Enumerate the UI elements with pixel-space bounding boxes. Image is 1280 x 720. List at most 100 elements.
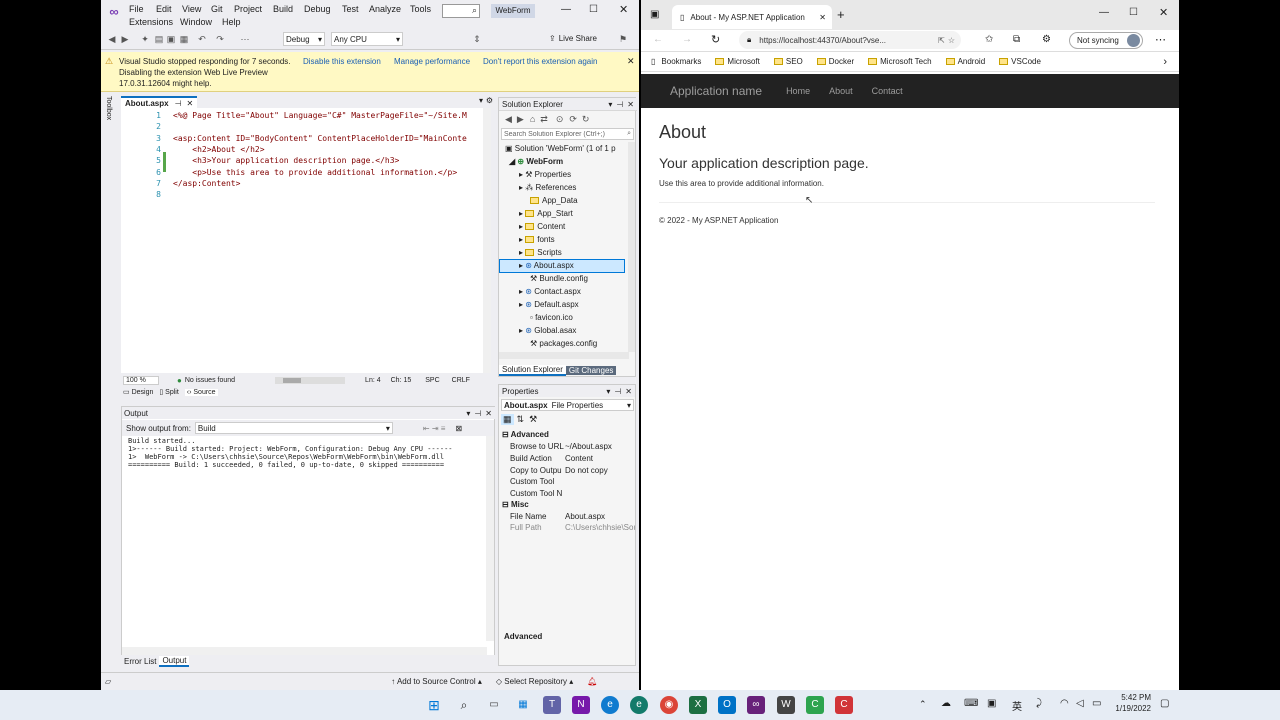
manage-performance-link[interactable]: Manage performance: [394, 57, 470, 67]
se-item[interactable]: ▸ ⚒ Properties: [519, 169, 571, 181]
visual-studio-icon[interactable]: ∞: [747, 696, 765, 714]
scroll-thumb[interactable]: [283, 377, 302, 383]
menu-extensions[interactable]: Extensions: [129, 17, 173, 27]
se-item[interactable]: ▸ fonts: [519, 234, 555, 246]
property-pages-icon[interactable]: ⚒: [529, 414, 537, 425]
prop-row-name[interactable]: Custom Tool N: [510, 489, 562, 499]
onenote-icon[interactable]: N: [572, 696, 590, 714]
code-line[interactable]: <h3>Your application description page.</…: [173, 156, 399, 165]
bookmark-microsoft[interactable]: Microsoft: [727, 57, 759, 66]
ime-icon[interactable]: 英: [1012, 698, 1022, 713]
outlook-icon[interactable]: O: [718, 696, 736, 714]
home-icon[interactable]: ⌂: [530, 114, 535, 124]
prop-row-name[interactable]: Browse to URL: [510, 442, 564, 452]
notification-center-icon[interactable]: ▢: [1160, 698, 1169, 709]
sync-icon[interactable]: ⟳: [569, 114, 577, 125]
keyboard-icon[interactable]: ⌨: [964, 698, 978, 709]
bookmark-vscode[interactable]: VSCode: [1011, 57, 1041, 66]
edge-dev-icon[interactable]: e: [630, 696, 648, 714]
zoom-dropdown[interactable]: 100 %: [123, 375, 159, 385]
refresh-icon[interactable]: ↻: [582, 114, 590, 125]
pin-icon[interactable]: ⊣: [616, 100, 623, 109]
se-item[interactable]: ⚒ Bundle.config: [530, 273, 588, 285]
se-item[interactable]: ▸ ⁂ References: [519, 182, 576, 194]
close-icon[interactable]: ✕: [627, 100, 634, 109]
prop-row-value[interactable]: Content: [565, 454, 593, 464]
code-line[interactable]: <%@ Page Title="About" Language="C#" Mas…: [173, 111, 467, 120]
categorized-icon[interactable]: ▦: [501, 413, 514, 425]
se-item[interactable]: ▸ App_Start: [519, 208, 573, 220]
profile-sync-button[interactable]: Not syncing: [1069, 32, 1143, 49]
se-item-selected[interactable]: ▸ ⊛ About.aspx: [499, 259, 625, 273]
favorites-icon[interactable]: ✩: [985, 34, 993, 45]
properties-category[interactable]: ⊟ Advanced: [502, 430, 549, 440]
forward-icon[interactable]: ▶: [517, 114, 524, 125]
chevron-down-icon[interactable]: ▾: [479, 96, 483, 105]
back-icon[interactable]: ◀: [106, 33, 118, 45]
switch-views-icon[interactable]: ⇄: [540, 114, 548, 125]
close-icon[interactable]: ✕: [627, 56, 635, 67]
prop-row-name[interactable]: Full Path: [510, 523, 542, 533]
teams-icon[interactable]: T: [543, 696, 561, 714]
onedrive-icon[interactable]: ☁: [941, 698, 951, 709]
se-solution-node[interactable]: ▣ Solution 'WebForm' (1 of 1 p: [505, 143, 616, 155]
back-icon[interactable]: ◀: [505, 114, 512, 125]
more-icon[interactable]: ⋯: [1155, 33, 1166, 46]
view-split-button[interactable]: ▯ Split: [159, 388, 178, 396]
menu-build[interactable]: Build: [273, 4, 293, 14]
dont-report-link[interactable]: Don't report this extension again: [483, 57, 597, 67]
chevron-down-icon[interactable]: ▾: [608, 100, 612, 109]
feedback-icon[interactable]: ⚑: [617, 33, 629, 45]
tab-actions-icon[interactable]: ▣: [650, 9, 659, 20]
close-icon[interactable]: ✕: [819, 13, 826, 22]
collections-icon[interactable]: ⧉: [1013, 34, 1020, 45]
bookmark-docker[interactable]: Docker: [829, 57, 854, 66]
forward-icon[interactable]: ▶: [119, 33, 131, 45]
editor-vscrollbar[interactable]: [483, 108, 491, 373]
tab-about-aspx[interactable]: About.aspx ⊣ ✕: [121, 96, 198, 108]
open-icon[interactable]: ▤: [153, 33, 165, 45]
se-item[interactable]: ▸ ⊛ Global.asax: [519, 325, 576, 337]
close-icon[interactable]: ✕: [619, 3, 628, 16]
menu-project[interactable]: Project: [234, 4, 262, 14]
tab-output[interactable]: Output: [159, 655, 190, 667]
battery-icon[interactable]: ▭: [1092, 698, 1101, 709]
prop-row-value[interactable]: Do not copy: [565, 466, 608, 476]
close-icon[interactable]: ✕: [485, 409, 492, 418]
new-project-icon[interactable]: ✦: [139, 33, 151, 45]
select-repository-button[interactable]: ◇ Select Repository ▴: [496, 677, 573, 686]
bookmark-android[interactable]: Android: [958, 57, 986, 66]
favorite-star-icon[interactable]: ☆: [948, 36, 955, 45]
se-item[interactable]: App_Data: [530, 195, 578, 207]
tab-git-changes[interactable]: Git Changes: [565, 365, 617, 375]
app-icon[interactable]: C: [806, 696, 824, 714]
language-icon[interactable]: ⤸: [1036, 698, 1042, 709]
pin-icon[interactable]: ⊣: [175, 99, 182, 108]
pin-icon[interactable]: ⊣: [474, 409, 481, 418]
alphabetical-icon[interactable]: ⇅: [517, 414, 525, 425]
refresh-icon[interactable]: ↻: [711, 33, 720, 46]
chevron-up-icon[interactable]: ⌃: [919, 699, 927, 710]
issues-label[interactable]: No issues found: [185, 377, 235, 384]
output-hscrollbar[interactable]: [122, 647, 487, 655]
nav-about[interactable]: About: [829, 86, 853, 96]
platform-dropdown[interactable]: Any CPU ▾: [331, 32, 403, 46]
editor-hscrollbar[interactable]: [275, 376, 346, 384]
add-to-source-control-button[interactable]: ↑ Add to Source Control ▴: [391, 677, 482, 686]
clock-date[interactable]: 1/19/2022: [1113, 704, 1151, 713]
app-tray-icon[interactable]: ▣: [987, 698, 996, 709]
toolbar-extra-icon[interactable]: ⇕: [471, 33, 483, 45]
output-nav-icon[interactable]: ⇤ ⇥ ≡: [423, 424, 446, 433]
bookmark-bookmarks[interactable]: Bookmarks: [661, 57, 701, 66]
clock-time[interactable]: 5:42 PM: [1113, 693, 1151, 702]
bookmark-seo[interactable]: SEO: [786, 57, 803, 66]
view-design-button[interactable]: ▭ Design: [123, 388, 153, 396]
nav-home[interactable]: Home: [786, 86, 810, 96]
prop-row-name[interactable]: Build Action: [510, 454, 552, 464]
chevron-down-icon[interactable]: ▾: [606, 387, 610, 396]
undo-icon[interactable]: ↶: [196, 33, 208, 45]
excel-icon[interactable]: X: [689, 696, 707, 714]
minimize-icon[interactable]: —: [561, 4, 571, 15]
edge-icon[interactable]: e: [601, 696, 619, 714]
menu-git[interactable]: Git: [211, 4, 223, 14]
